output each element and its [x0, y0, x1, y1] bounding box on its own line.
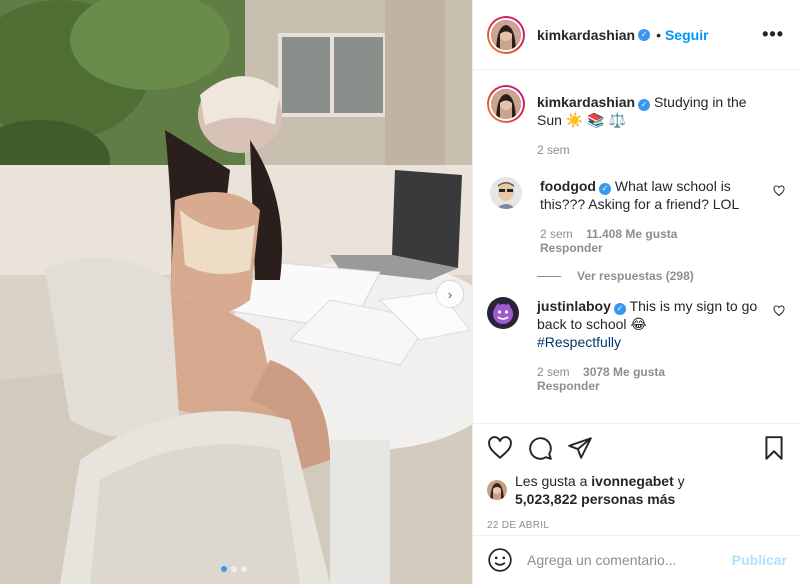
post-actions: Les gusta a ivonnegabet y 5,023,822 pers… — [473, 423, 800, 531]
post-date[interactable]: 22 DE ABRIL — [487, 520, 787, 531]
author-avatar[interactable] — [487, 15, 525, 54]
bookmark-icon[interactable] — [761, 435, 787, 461]
author-username[interactable]: kimkardashian — [537, 27, 635, 43]
post-side-panel: kimkardashian ✓ • Seguir ••• kimkardashi… — [472, 0, 800, 584]
liker-avatar[interactable] — [487, 480, 507, 500]
likes-summary: Les gusta a ivonnegabet y 5,023,822 pers… — [487, 472, 787, 508]
comment-item: foodgod ✓ What law school is this??? Aski… — [487, 177, 785, 255]
comment-likes[interactable]: 3078 Me gusta — [583, 365, 665, 379]
hashtag-link[interactable]: #Respectfully — [537, 334, 621, 350]
post-photo[interactable]: › — [0, 0, 472, 584]
likes-prefix: Les gusta a — [515, 473, 588, 489]
emoji-icon[interactable] — [487, 547, 513, 573]
separator-dot: • — [656, 26, 661, 43]
carousel-indicator — [221, 566, 247, 572]
share-icon[interactable] — [567, 435, 593, 461]
reply-button[interactable]: Responder — [540, 241, 603, 255]
commenter-username[interactable]: justinlaboy — [537, 298, 611, 314]
comment-time[interactable]: 2 sem — [540, 227, 573, 241]
carousel-dot — [231, 566, 237, 572]
view-replies-button[interactable]: Ver respuestas (298) — [537, 269, 785, 283]
carousel-next-icon[interactable]: › — [437, 281, 463, 307]
comment-likes[interactable]: 11.408 Me gusta — [586, 227, 677, 241]
likes-connector: y — [677, 473, 685, 489]
comment-icon[interactable] — [527, 435, 553, 461]
comment-input[interactable] — [527, 552, 717, 568]
verified-badge-icon: ✓ — [638, 28, 651, 41]
instagram-post: › kimkardashian ✓ • Seguir ••• kimkardas… — [0, 0, 800, 584]
caption-avatar[interactable] — [487, 85, 525, 123]
caption-username[interactable]: kimkardashian — [537, 94, 635, 110]
commenter-username[interactable]: foodgod — [540, 178, 596, 194]
post-header: kimkardashian ✓ • Seguir ••• — [473, 0, 800, 70]
caption: kimkardashian ✓ Studying in the Sun ☀️ 📚 … — [487, 85, 785, 157]
liker-username[interactable]: ivonnegabet — [591, 473, 673, 489]
more-options-icon[interactable]: ••• — [762, 24, 784, 45]
replies-divider — [537, 275, 561, 277]
follow-button[interactable]: Seguir — [665, 27, 709, 43]
comment-item: justinlaboy ✓ This is my sign to go back … — [487, 297, 785, 393]
verified-badge-icon: ✓ — [613, 303, 626, 315]
like-heart-icon[interactable] — [487, 435, 513, 461]
verified-badge-icon: ✓ — [598, 183, 611, 195]
add-comment-bar: Publicar — [473, 535, 800, 584]
likes-count-link[interactable]: 5,023,822 personas más — [515, 491, 675, 507]
like-comment-heart-icon[interactable] — [773, 305, 785, 317]
comment-time[interactable]: 2 sem — [537, 365, 570, 379]
publish-button[interactable]: Publicar — [732, 552, 787, 568]
verified-badge-icon: ✓ — [638, 99, 651, 111]
view-replies-label: Ver respuestas (298) — [577, 269, 694, 283]
action-bar — [487, 434, 787, 462]
reply-button[interactable]: Responder — [537, 379, 600, 393]
photo-image — [0, 0, 472, 584]
caption-time[interactable]: 2 sem — [537, 143, 759, 157]
commenter-avatar[interactable] — [490, 177, 522, 209]
comments-section: kimkardashian ✓ Studying in the Sun ☀️ 📚 … — [473, 71, 800, 423]
commenter-avatar[interactable] — [487, 297, 519, 329]
like-comment-heart-icon[interactable] — [773, 185, 785, 197]
carousel-dot-active — [221, 566, 227, 572]
carousel-dot — [241, 566, 247, 572]
